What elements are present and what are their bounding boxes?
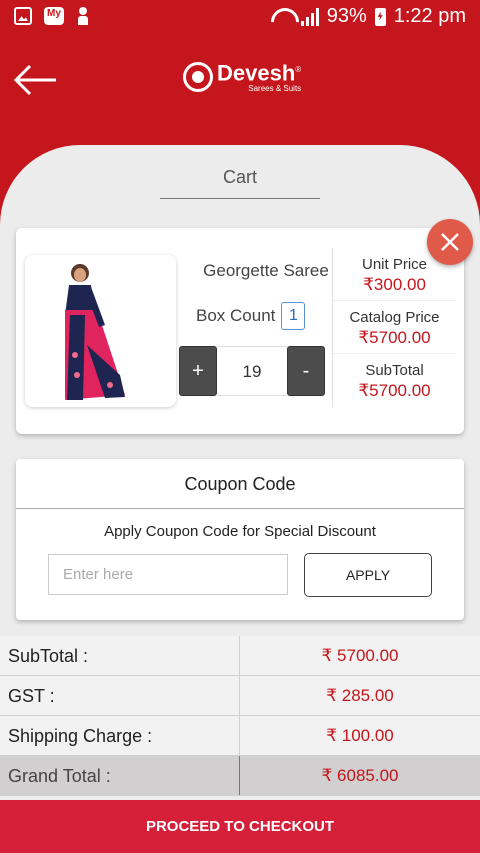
back-arrow-icon[interactable]	[12, 62, 60, 98]
signal-icon	[300, 7, 319, 26]
box-count-label: Box Count	[196, 306, 276, 325]
close-icon	[441, 233, 459, 251]
increment-button[interactable]: +	[179, 346, 217, 396]
coupon-input[interactable]	[48, 554, 288, 595]
product-name: Georgette Saree	[203, 261, 329, 280]
logo-mark-icon	[183, 61, 213, 92]
totals-row-subtotal: SubTotal : ₹ 5700.00	[0, 636, 480, 676]
myjio-icon: My	[44, 7, 64, 25]
status-left-icons: My	[14, 7, 90, 25]
box-count: Box Count 1	[196, 302, 306, 330]
quantity-stepper: + 19 -	[179, 346, 325, 396]
coupon-subtitle: Apply Coupon Code for Special Discount	[104, 523, 376, 540]
decrement-button[interactable]: -	[287, 346, 325, 396]
battery-icon	[374, 7, 386, 26]
coupon-title: Coupon Code	[16, 459, 464, 509]
brand-name: Devesh	[217, 60, 296, 86]
order-totals: SubTotal : ₹ 5700.00 GST : ₹ 285.00 Ship…	[0, 636, 480, 796]
status-right: 93% 1:22 pm	[271, 5, 466, 28]
brand-tagline: Sarees & Suits	[248, 84, 302, 94]
box-count-value: 1	[281, 302, 306, 330]
gallery-icon	[14, 7, 32, 25]
cart-sheet: Cart Georgette Saree Box Count 1 + 19 - …	[0, 145, 480, 805]
catalog-price: Catalog Price ₹5700.00	[333, 301, 456, 354]
brand-logo: Devesh® Sarees & Suits	[183, 59, 301, 94]
wifi-icon	[271, 8, 293, 26]
totals-row-gst: GST : ₹ 285.00	[0, 676, 480, 716]
item-subtotal: SubTotal ₹5700.00	[358, 362, 431, 400]
status-time: 1:22 pm	[393, 5, 466, 27]
quantity-value[interactable]: 19	[217, 346, 287, 396]
price-column: Unit Price ₹300.00 Catalog Price ₹5700.0…	[332, 248, 456, 407]
page-title: Cart	[160, 167, 320, 199]
proceed-to-checkout-button[interactable]: PROCEED TO CHECKOUT	[0, 800, 480, 853]
registered-mark: ®	[295, 65, 302, 74]
cart-item-card: Georgette Saree Box Count 1 + 19 - Unit …	[16, 228, 464, 434]
coupon-card: Coupon Code Apply Coupon Code for Specia…	[16, 459, 464, 620]
apply-coupon-button[interactable]: APPLY	[304, 553, 432, 597]
battery-percent: 93%	[326, 5, 367, 27]
remove-item-button[interactable]	[427, 219, 473, 265]
status-bar: My 93% 1:22 pm	[0, 0, 480, 34]
person-icon	[76, 7, 90, 25]
product-image[interactable]	[25, 255, 176, 407]
totals-row-shipping: Shipping Charge : ₹ 100.00	[0, 716, 480, 756]
totals-row-grand-total: Grand Total : ₹ 6085.00	[0, 756, 480, 796]
